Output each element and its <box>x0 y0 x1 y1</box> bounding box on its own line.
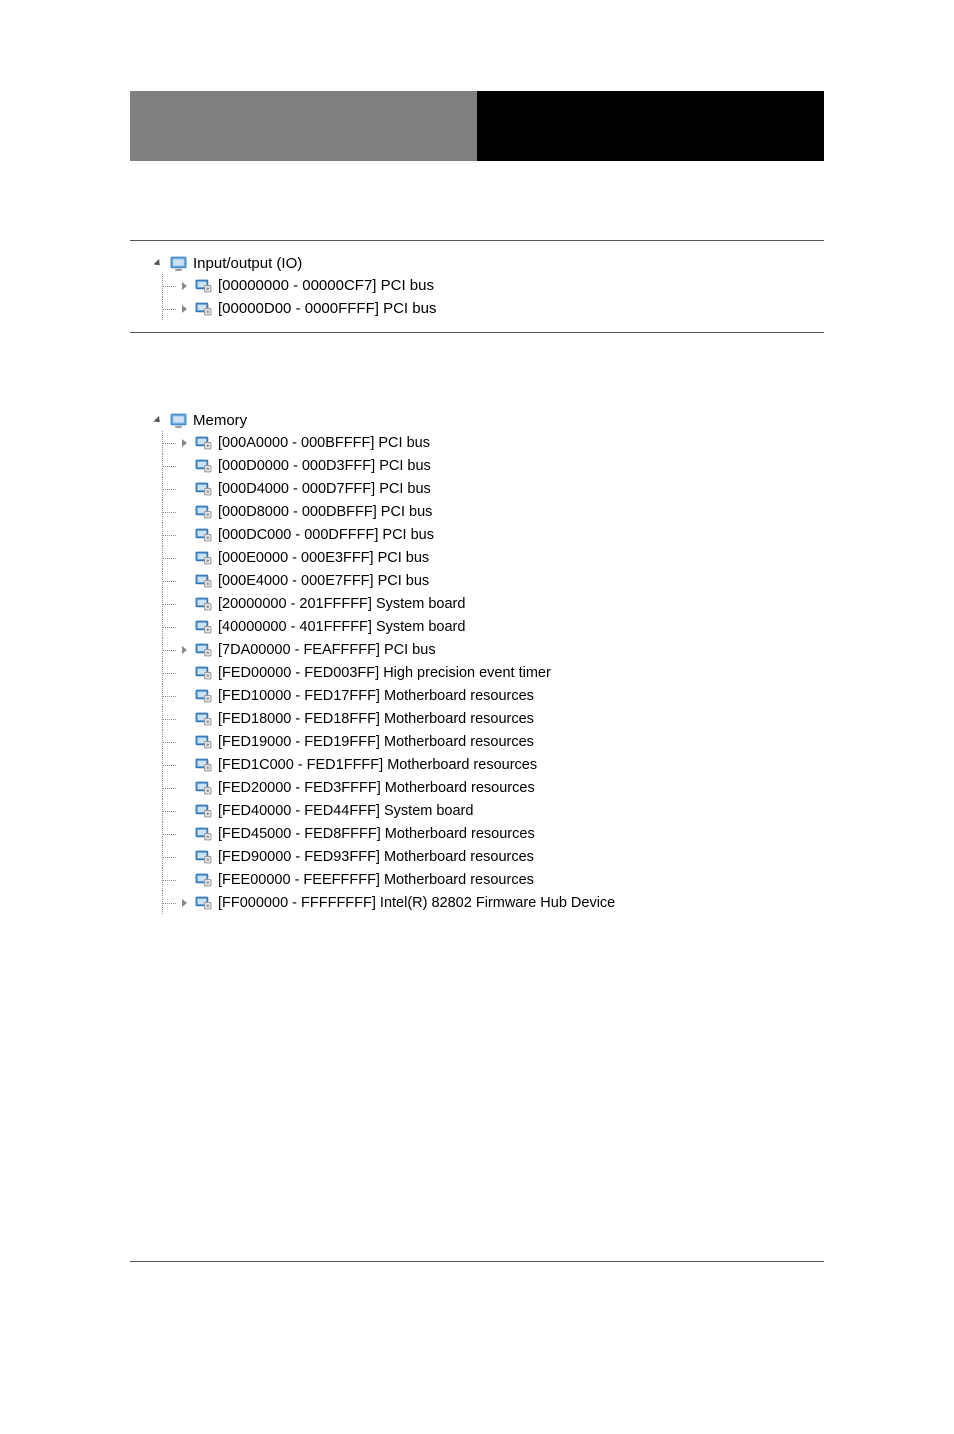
tree-item[interactable]: [40000000 - 401FFFFF] System board <box>154 615 824 638</box>
io-root-node[interactable]: Input/output (IO) <box>154 253 824 274</box>
tree-item[interactable]: [FED10000 - FED17FFF] Motherboard resour… <box>154 684 824 707</box>
io-tree: Input/output (IO) [00000000 - 00000CF7] … <box>130 253 824 320</box>
device-icon <box>195 300 212 317</box>
tree-item[interactable]: [FED45000 - FED8FFFF] Motherboard resour… <box>154 822 824 845</box>
divider <box>130 332 824 333</box>
header-banner <box>130 91 824 161</box>
tree-item-label: [000D8000 - 000DBFFF] PCI bus <box>218 504 432 520</box>
chevron-right-icon[interactable] <box>182 439 187 447</box>
tree-item-label: [000DC000 - 000DFFFF] PCI bus <box>218 527 434 543</box>
tree-item[interactable]: [FED18000 - FED18FFF] Motherboard resour… <box>154 707 824 730</box>
chevron-right-icon[interactable] <box>182 282 187 290</box>
tree-item-label: [FED10000 - FED17FFF] Motherboard resour… <box>218 688 534 704</box>
tree-item-label: [00000D00 - 0000FFFF] PCI bus <box>218 300 436 317</box>
device-icon <box>195 733 212 750</box>
tree-item-label: [FED45000 - FED8FFFF] Motherboard resour… <box>218 826 535 842</box>
tree-item-label: [7DA00000 - FEAFFFFF] PCI bus <box>218 642 436 658</box>
tree-item[interactable]: [7DA00000 - FEAFFFFF] PCI bus <box>154 638 824 661</box>
device-icon <box>195 277 212 294</box>
tree-item[interactable]: [FED90000 - FED93FFF] Motherboard resour… <box>154 845 824 868</box>
divider <box>130 240 824 241</box>
memory-section: Memory [000A0000 - 000BFFFF] PCI bus [000… <box>130 410 824 914</box>
io-section: Input/output (IO) [00000000 - 00000CF7] … <box>130 240 824 333</box>
tree-item-label: [FED19000 - FED19FFF] Motherboard resour… <box>218 734 534 750</box>
tree-item[interactable]: [00000000 - 00000CF7] PCI bus <box>154 274 824 297</box>
tree-item[interactable]: [FF000000 - FFFFFFFF] Intel(R) 82802 Fir… <box>154 891 824 914</box>
device-icon <box>195 595 212 612</box>
device-icon <box>195 457 212 474</box>
tree-item-label: [FED1C000 - FED1FFFF] Motherboard resour… <box>218 757 537 773</box>
tree-item-label: [20000000 - 201FFFFF] System board <box>218 596 465 612</box>
device-icon <box>195 779 212 796</box>
tree-item-label: [FF000000 - FFFFFFFF] Intel(R) 82802 Fir… <box>218 895 615 911</box>
tree-item-label: [FED20000 - FED3FFFF] Motherboard resour… <box>218 780 535 796</box>
device-icon <box>195 848 212 865</box>
header-right <box>477 91 824 161</box>
tree-item-label: [000A0000 - 000BFFFF] PCI bus <box>218 435 430 451</box>
tree-item[interactable]: [000D0000 - 000D3FFF] PCI bus <box>154 454 824 477</box>
chevron-down-icon[interactable] <box>153 259 162 268</box>
footer-divider <box>130 1261 824 1262</box>
tree-item[interactable]: [00000D00 - 0000FFFF] PCI bus <box>154 297 824 320</box>
tree-item[interactable]: [FED40000 - FED44FFF] System board <box>154 799 824 822</box>
tree-item[interactable]: [FED20000 - FED3FFFF] Motherboard resour… <box>154 776 824 799</box>
chevron-right-icon[interactable] <box>182 305 187 313</box>
tree-item[interactable]: [FEE00000 - FEEFFFFF] Motherboard resour… <box>154 868 824 891</box>
device-icon <box>195 710 212 727</box>
tree-item-label: [40000000 - 401FFFFF] System board <box>218 619 465 635</box>
tree-item-label: [00000000 - 00000CF7] PCI bus <box>218 277 434 294</box>
tree-item-label: [FED18000 - FED18FFF] Motherboard resour… <box>218 711 534 727</box>
device-icon <box>195 664 212 681</box>
tree-item[interactable]: [FED1C000 - FED1FFFF] Motherboard resour… <box>154 753 824 776</box>
memory-tree: Memory [000A0000 - 000BFFFF] PCI bus [000… <box>130 410 824 914</box>
chevron-right-icon[interactable] <box>182 899 187 907</box>
device-icon <box>195 825 212 842</box>
device-icon <box>195 434 212 451</box>
memory-root-label: Memory <box>193 412 247 429</box>
tree-item[interactable]: [000D4000 - 000D7FFF] PCI bus <box>154 477 824 500</box>
tree-item[interactable]: [000D8000 - 000DBFFF] PCI bus <box>154 500 824 523</box>
memory-root-node[interactable]: Memory <box>154 410 824 431</box>
tree-item-label: [000D0000 - 000D3FFF] PCI bus <box>218 458 431 474</box>
device-icon <box>195 641 212 658</box>
tree-item-label: [FED90000 - FED93FFF] Motherboard resour… <box>218 849 534 865</box>
tree-item[interactable]: [FED19000 - FED19FFF] Motherboard resour… <box>154 730 824 753</box>
chevron-right-icon[interactable] <box>182 646 187 654</box>
device-icon <box>195 549 212 566</box>
header-left <box>130 91 477 161</box>
tree-item[interactable]: [000E4000 - 000E7FFF] PCI bus <box>154 569 824 592</box>
tree-item-label: [000D4000 - 000D7FFF] PCI bus <box>218 481 431 497</box>
chevron-down-icon[interactable] <box>153 416 162 425</box>
tree-item-label: [FED00000 - FED003FF] High precision eve… <box>218 665 551 681</box>
device-icon <box>195 526 212 543</box>
tree-item[interactable]: [20000000 - 201FFFFF] System board <box>154 592 824 615</box>
device-icon <box>195 756 212 773</box>
tree-item[interactable]: [000DC000 - 000DFFFF] PCI bus <box>154 523 824 546</box>
tree-item[interactable]: [000E0000 - 000E3FFF] PCI bus <box>154 546 824 569</box>
device-icon <box>195 894 212 911</box>
device-icon <box>195 618 212 635</box>
io-root-label: Input/output (IO) <box>193 255 302 272</box>
device-icon <box>195 503 212 520</box>
device-icon <box>195 871 212 888</box>
computer-icon <box>170 412 187 429</box>
tree-item-label: [000E4000 - 000E7FFF] PCI bus <box>218 573 429 589</box>
device-icon <box>195 572 212 589</box>
device-icon <box>195 687 212 704</box>
tree-item[interactable]: [FED00000 - FED003FF] High precision eve… <box>154 661 824 684</box>
computer-icon <box>170 255 187 272</box>
tree-item-label: [FEE00000 - FEEFFFFF] Motherboard resour… <box>218 872 534 888</box>
tree-item-label: [FED40000 - FED44FFF] System board <box>218 803 473 819</box>
tree-item-label: [000E0000 - 000E3FFF] PCI bus <box>218 550 429 566</box>
device-icon <box>195 802 212 819</box>
device-icon <box>195 480 212 497</box>
tree-item[interactable]: [000A0000 - 000BFFFF] PCI bus <box>154 431 824 454</box>
